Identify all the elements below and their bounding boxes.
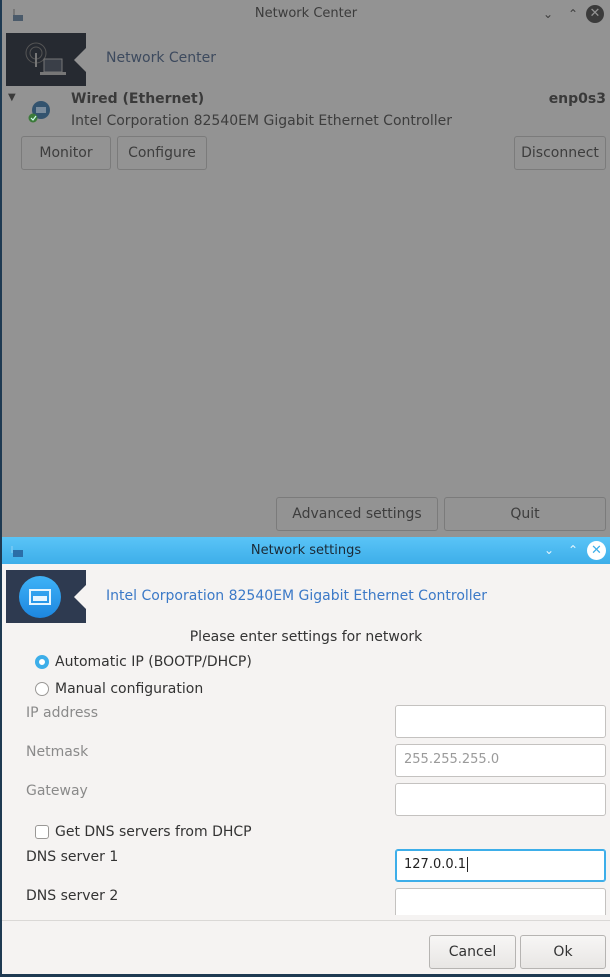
divider bbox=[2, 920, 610, 921]
dialog-header-banner bbox=[6, 570, 86, 623]
ethernet-connected-icon bbox=[28, 101, 50, 123]
gateway-label: Gateway bbox=[26, 783, 88, 799]
netmask-field[interactable]: 255.255.255.0 bbox=[395, 744, 606, 777]
dns-server-1-label: DNS server 1 bbox=[26, 849, 119, 865]
network-center-icon bbox=[25, 42, 66, 75]
text-cursor bbox=[467, 857, 469, 872]
monitor-button[interactable]: Monitor bbox=[21, 136, 111, 170]
radio-checked-indicator[interactable] bbox=[35, 655, 49, 669]
dialog-titlebar: Network settings ⌄ ⌃ ✕ bbox=[2, 537, 610, 564]
checkbox-box[interactable] bbox=[35, 825, 49, 839]
network-settings-dialog: Network settings ⌄ ⌃ ✕ Intel Corporation… bbox=[2, 537, 610, 974]
dns-server-2-field[interactable] bbox=[395, 888, 606, 915]
interface-name: enp0s3 bbox=[548, 91, 606, 107]
connection-type-label: Wired (Ethernet) bbox=[71, 91, 205, 107]
disconnect-button[interactable]: Disconnect bbox=[514, 136, 606, 170]
dialog-header-label: Intel Corporation 82540EM Gigabit Ethern… bbox=[106, 588, 488, 604]
dns-server-1-value: 127.0.0.1 bbox=[404, 857, 467, 872]
dns-server-2-label: DNS server 2 bbox=[26, 888, 119, 904]
maximize-icon[interactable]: ⌃ bbox=[565, 0, 581, 28]
dns-server-1-field[interactable]: 127.0.0.1 bbox=[395, 849, 606, 882]
prompt-text: Please enter settings for network bbox=[189, 629, 423, 645]
cancel-button[interactable]: Cancel bbox=[429, 935, 516, 969]
app-icon bbox=[10, 6, 24, 22]
maximize-icon[interactable]: ⌃ bbox=[565, 537, 581, 564]
window-titlebar: Network Center ⌄ ⌃ ✕ bbox=[2, 0, 610, 28]
gateway-field[interactable] bbox=[395, 783, 606, 816]
minimize-icon[interactable]: ⌄ bbox=[541, 537, 557, 564]
netmask-label: Netmask bbox=[26, 744, 89, 760]
app-icon bbox=[11, 546, 23, 557]
close-icon[interactable]: ✕ bbox=[586, 5, 604, 23]
checkbox-label: Get DNS servers from DHCP bbox=[55, 824, 252, 840]
dns-server-2-clip bbox=[395, 888, 606, 915]
header-label: Network Center bbox=[106, 50, 217, 66]
header-banner bbox=[6, 33, 86, 86]
device-name: Intel Corporation 82540EM Gigabit Ethern… bbox=[71, 113, 453, 129]
ethernet-icon bbox=[19, 576, 61, 618]
ip-address-label: IP address bbox=[26, 705, 99, 721]
radio-label: Manual configuration bbox=[55, 681, 204, 697]
expand-arrow-icon[interactable]: ▼ bbox=[8, 92, 16, 103]
radio-label: Automatic IP (BOOTP/DHCP) bbox=[55, 654, 252, 670]
ok-button[interactable]: Ok bbox=[520, 935, 606, 969]
window-title: Network Center bbox=[254, 6, 358, 21]
configure-button[interactable]: Configure bbox=[117, 136, 207, 170]
close-icon[interactable]: ✕ bbox=[587, 541, 606, 560]
network-center-window: Network Center ⌄ ⌃ ✕ Network Center ▼ Wi… bbox=[2, 0, 610, 537]
minimize-icon[interactable]: ⌄ bbox=[540, 0, 556, 28]
advanced-settings-button[interactable]: Advanced settings bbox=[276, 497, 438, 531]
ip-address-field[interactable] bbox=[395, 705, 606, 738]
dialog-title: Network settings bbox=[250, 543, 362, 558]
quit-button[interactable]: Quit bbox=[444, 497, 606, 531]
radio-unchecked-indicator[interactable] bbox=[35, 682, 49, 696]
